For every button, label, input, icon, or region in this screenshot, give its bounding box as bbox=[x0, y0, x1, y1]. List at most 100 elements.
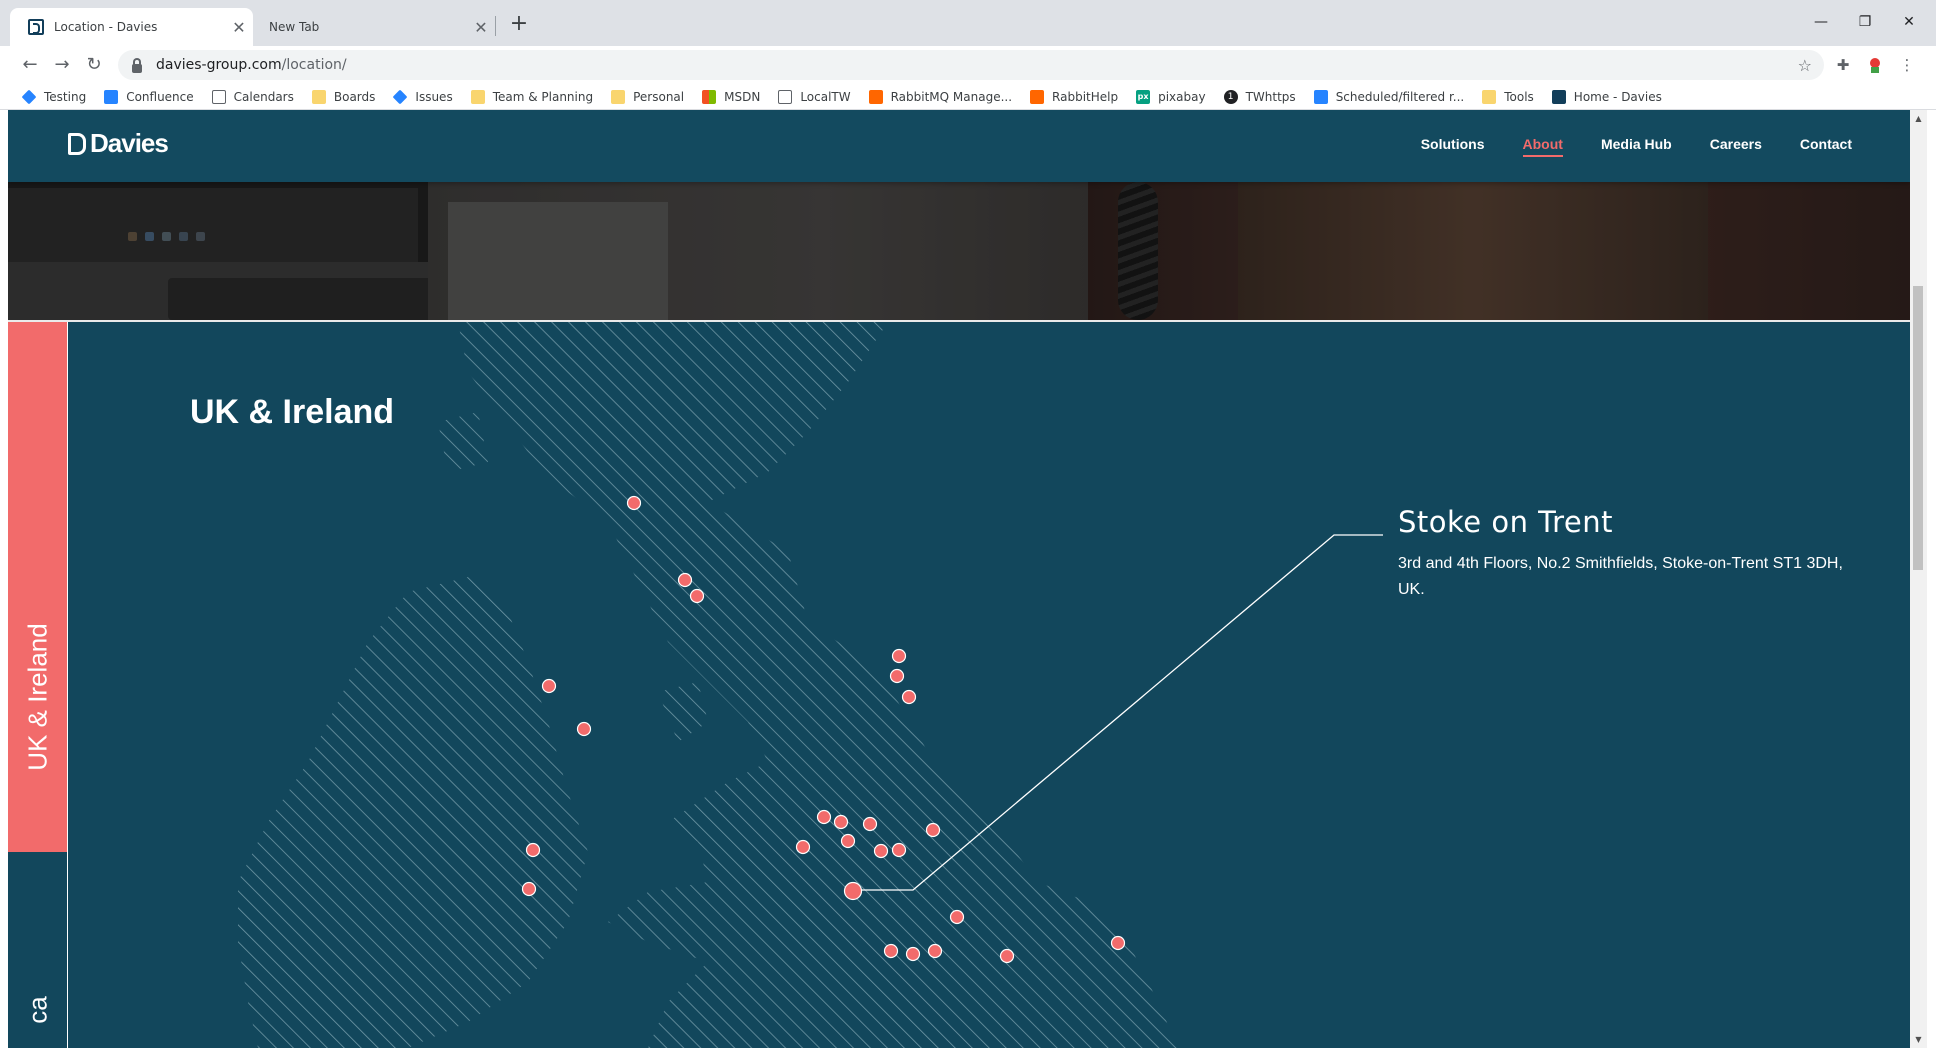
nav-media-hub[interactable]: Media Hub bbox=[1601, 136, 1672, 157]
location-marker[interactable] bbox=[1110, 935, 1126, 951]
tab-location-davies[interactable]: Location - Davies ✕ bbox=[10, 8, 253, 46]
bookmark-label: Confluence bbox=[126, 89, 194, 104]
bookmark-label: Calendars bbox=[233, 89, 294, 104]
nav-careers[interactable]: Careers bbox=[1710, 136, 1762, 157]
location-marker[interactable] bbox=[795, 839, 811, 855]
nav-about[interactable]: About bbox=[1522, 136, 1563, 157]
tab-close-icon[interactable]: ✕ bbox=[467, 18, 495, 37]
region-tab-divider bbox=[67, 322, 68, 1048]
jira-icon bbox=[392, 89, 408, 104]
page-scrollbar[interactable]: ▲ ▼ bbox=[1910, 110, 1927, 1048]
bookmark-scheduled-filtered[interactable]: Scheduled/filtered r... bbox=[1313, 89, 1465, 104]
location-marker[interactable] bbox=[840, 833, 856, 849]
forward-button[interactable]: → bbox=[48, 51, 76, 79]
folder-icon bbox=[611, 89, 626, 104]
browser-tab-strip: Location - Davies ✕ New Tab ✕ + — ❐ ✕ bbox=[0, 0, 1936, 46]
profile-avatar[interactable] bbox=[1860, 50, 1890, 80]
window-edge bbox=[0, 1048, 1936, 1056]
menu-kebab-icon[interactable]: ⋮ bbox=[1892, 50, 1922, 80]
bookmark-pixabay[interactable]: px pixabay bbox=[1136, 89, 1206, 104]
url-path: /location/ bbox=[281, 57, 347, 73]
hero-overlay bbox=[8, 182, 1910, 320]
new-tab-button[interactable]: + bbox=[505, 10, 533, 38]
scroll-down-arrow-icon[interactable]: ▼ bbox=[1910, 1031, 1927, 1048]
bookmark-team-planning[interactable]: Team & Planning bbox=[470, 89, 594, 104]
lock-icon[interactable] bbox=[132, 57, 142, 73]
bookmark-personal[interactable]: Personal bbox=[611, 89, 685, 104]
region-tab-label: UK & Ireland bbox=[22, 623, 53, 771]
location-marker[interactable] bbox=[576, 721, 592, 737]
bookmark-home-davies[interactable]: Home - Davies bbox=[1551, 89, 1662, 104]
confluence-icon bbox=[104, 89, 119, 104]
bookmark-testing[interactable]: Testing bbox=[21, 89, 86, 104]
scrollbar-thumb[interactable] bbox=[1913, 286, 1923, 570]
rabbitmq-icon bbox=[1030, 89, 1045, 104]
logo-text: Davies bbox=[90, 128, 169, 158]
folder-icon bbox=[311, 89, 326, 104]
scroll-up-arrow-icon[interactable]: ▲ bbox=[1910, 110, 1927, 127]
region-tab-label: ca bbox=[22, 996, 53, 1024]
tab-close-icon[interactable]: ✕ bbox=[225, 18, 253, 37]
location-marker[interactable] bbox=[521, 881, 537, 897]
location-marker[interactable] bbox=[925, 822, 941, 838]
bookmark-issues[interactable]: Issues bbox=[392, 89, 453, 104]
region-tab-uk-ireland[interactable]: UK & Ireland bbox=[8, 322, 67, 852]
location-marker[interactable] bbox=[862, 816, 878, 832]
location-marker[interactable] bbox=[626, 495, 642, 511]
bookmark-star-icon[interactable]: ☆ bbox=[1798, 56, 1812, 75]
bookmark-label: TWhttps bbox=[1245, 89, 1296, 104]
location-marker[interactable] bbox=[889, 668, 905, 684]
hero-photo bbox=[8, 182, 1910, 320]
reload-button[interactable]: ↻ bbox=[80, 51, 108, 79]
bookmark-label: Scheduled/filtered r... bbox=[1335, 89, 1465, 104]
davies-logo[interactable]: Davies bbox=[68, 128, 169, 159]
tab-title: Location - Davies bbox=[54, 20, 158, 34]
island-shape bbox=[438, 412, 488, 472]
location-marker-stoke-on-trent[interactable] bbox=[843, 881, 863, 901]
extensions-icon[interactable]: ✚ bbox=[1828, 50, 1858, 80]
bookmark-twhttps[interactable]: 1 TWhttps bbox=[1223, 89, 1296, 104]
location-title: Stoke on Trent bbox=[1398, 505, 1614, 539]
back-button[interactable]: ← bbox=[16, 51, 44, 79]
address-bar[interactable]: davies-group.com/location/ ☆ bbox=[118, 50, 1824, 80]
monitor-icon bbox=[778, 89, 793, 104]
location-marker[interactable] bbox=[891, 842, 907, 858]
bookmark-msdn[interactable]: MSDN bbox=[702, 89, 760, 104]
location-marker[interactable] bbox=[816, 809, 832, 825]
location-marker[interactable] bbox=[901, 689, 917, 705]
bookmark-label: Team & Planning bbox=[492, 89, 594, 104]
bookmark-label: Issues bbox=[415, 89, 453, 104]
location-marker[interactable] bbox=[873, 843, 889, 859]
location-marker[interactable] bbox=[833, 814, 849, 830]
location-marker[interactable] bbox=[677, 572, 693, 588]
bookmark-calendars[interactable]: Calendars bbox=[211, 89, 294, 104]
minimize-button[interactable]: — bbox=[1798, 4, 1844, 40]
bookmark-label: Personal bbox=[633, 89, 685, 104]
location-marker[interactable] bbox=[891, 648, 907, 664]
nav-contact[interactable]: Contact bbox=[1800, 136, 1852, 157]
location-marker[interactable] bbox=[999, 948, 1015, 964]
location-marker[interactable] bbox=[927, 943, 943, 959]
bookmark-label: Tools bbox=[1504, 89, 1534, 104]
bookmark-tools[interactable]: Tools bbox=[1482, 89, 1534, 104]
url-domain: davies-group.com bbox=[156, 57, 282, 73]
bookmark-rabbithelp[interactable]: RabbitHelp bbox=[1030, 89, 1118, 104]
nav-solutions[interactable]: Solutions bbox=[1421, 136, 1485, 157]
davies-logo-icon bbox=[68, 132, 86, 155]
bookmark-rabbitmq-manage[interactable]: RabbitMQ Manage... bbox=[868, 89, 1012, 104]
location-marker[interactable] bbox=[689, 588, 705, 604]
restore-button[interactable]: ❐ bbox=[1842, 4, 1888, 40]
close-window-button[interactable]: ✕ bbox=[1886, 4, 1932, 40]
site-header: Davies Solutions About Media Hub Careers… bbox=[8, 110, 1910, 182]
location-marker[interactable] bbox=[525, 842, 541, 858]
bookmark-boards[interactable]: Boards bbox=[311, 89, 375, 104]
tab-new-tab[interactable]: New Tab ✕ bbox=[255, 8, 495, 46]
location-marker[interactable] bbox=[883, 943, 899, 959]
location-marker[interactable] bbox=[541, 678, 557, 694]
bookmark-localtw[interactable]: LocalTW bbox=[778, 89, 851, 104]
ireland-shape bbox=[238, 577, 588, 1048]
location-marker[interactable] bbox=[949, 909, 965, 925]
location-marker[interactable] bbox=[905, 946, 921, 962]
browser-toolbar: ← → ↻ davies-group.com/location/ ☆ ✚ ⋮ bbox=[0, 46, 1936, 84]
bookmark-confluence[interactable]: Confluence bbox=[104, 89, 194, 104]
